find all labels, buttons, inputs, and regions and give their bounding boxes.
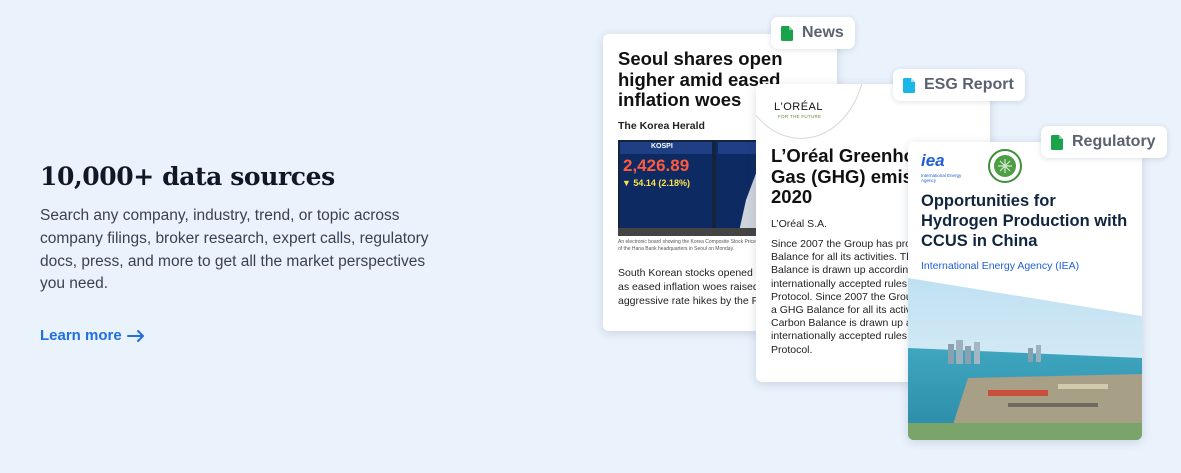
section-description: Search any company, industry, trend, or … <box>40 207 429 293</box>
loreal-logo: L'ORÉAL <box>774 101 824 113</box>
kospi-value: 2,426.89 <box>623 156 690 175</box>
loreal-logo-tagline: FOR THE FUTURE <box>778 114 822 119</box>
regulatory-card-title: Opportunities for Hydrogen Production wi… <box>921 192 1128 250</box>
kospi-label: KOSPI <box>651 143 673 150</box>
esg-report-tag-label: ESG Report <box>924 76 1014 93</box>
document-icon <box>1051 134 1063 150</box>
learn-more-label: Learn more <box>40 327 122 344</box>
regulatory-card-source: International Energy Agency (IEA) <box>921 260 1080 272</box>
esg-card-source: L’Oréal S.A. <box>771 218 828 230</box>
iea-logo-subtitle: International Energy Agency <box>921 173 962 183</box>
esg-report-tag: ESG Report <box>893 69 1025 101</box>
iea-logo: iea <box>921 151 945 170</box>
news-tag: News <box>771 17 855 49</box>
harbor-aerial-image <box>908 278 1142 440</box>
regulatory-tag-label: Regulatory <box>1072 133 1156 150</box>
news-card-source: The Korea Herald <box>618 120 705 132</box>
document-icon <box>903 77 915 93</box>
green-seal-icon <box>988 149 1022 183</box>
document-icon <box>781 25 793 41</box>
regulatory-document-card[interactable]: iea International Energy Agency Opportun… <box>908 142 1142 440</box>
kospi-change: ▼ 54.14 (2.18%) <box>622 178 690 188</box>
news-tag-label: News <box>802 24 844 41</box>
regulatory-tag: Regulatory <box>1041 126 1167 158</box>
section-headline: 10,000+ data sources <box>40 162 335 191</box>
arrow-right-icon <box>126 329 144 342</box>
learn-more-link[interactable]: Learn more <box>40 327 145 344</box>
